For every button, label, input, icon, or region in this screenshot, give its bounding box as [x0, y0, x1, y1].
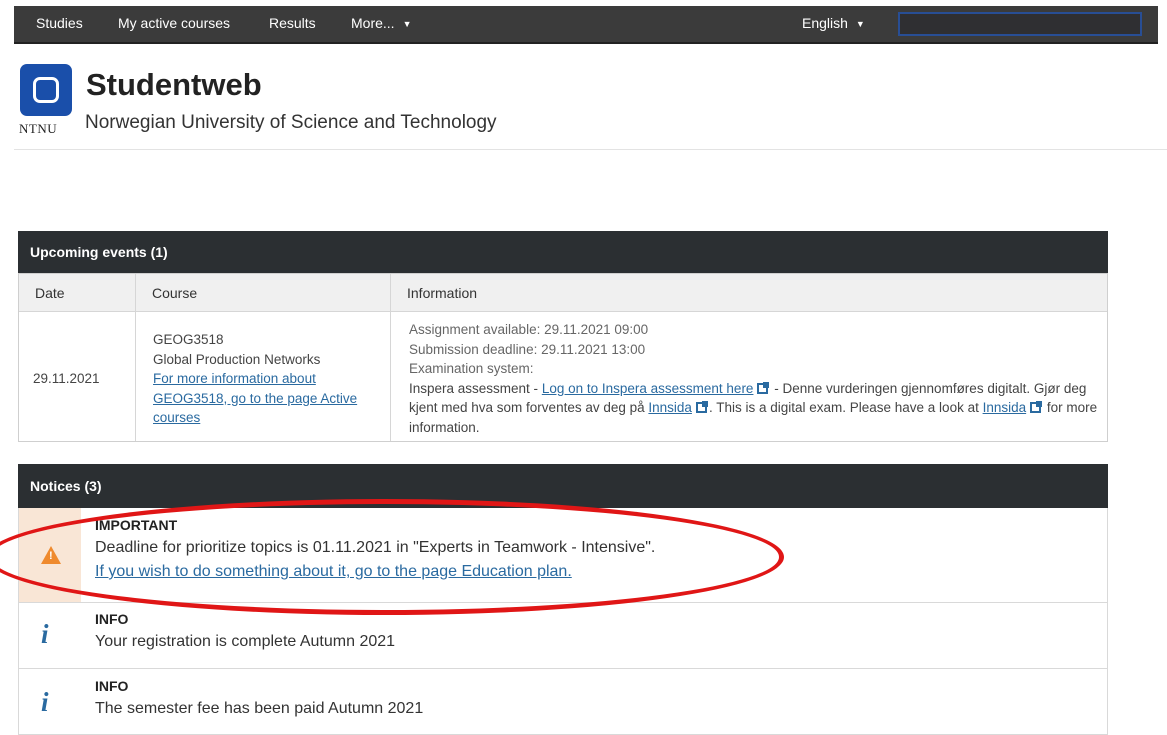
event-date: 29.11.2021	[33, 371, 100, 386]
nav-more-label: More...	[351, 15, 395, 31]
notice-icon-cell: !	[19, 508, 81, 602]
innsida-link[interactable]: Innsida	[983, 400, 1027, 415]
notice-info: i INFO Your registration is complete Aut…	[18, 603, 1108, 669]
chevron-down-icon: ▼	[855, 19, 865, 30]
inspera-prefix: Inspera assessment -	[409, 380, 542, 396]
nav-more-menu[interactable]: More... ▼	[351, 6, 412, 42]
search-input[interactable]	[898, 12, 1142, 36]
column-divider	[135, 274, 136, 441]
external-link-icon	[1030, 401, 1043, 413]
nav-studies[interactable]: Studies	[36, 6, 83, 42]
column-header-course: Course	[136, 274, 391, 312]
info-icon: i	[41, 619, 49, 649]
info-icon: i	[41, 687, 49, 717]
notice-text: The semester fee has been paid Autumn 20…	[95, 700, 424, 717]
logo-mark	[33, 77, 59, 103]
nav-my-active-courses[interactable]: My active courses	[118, 6, 230, 42]
language-label: English	[802, 15, 848, 31]
site-title: Studentweb	[86, 67, 262, 102]
language-selector[interactable]: English ▼	[802, 6, 865, 42]
exam-details: Inspera assessment - Log on to Inspera a…	[409, 379, 1099, 438]
innsida-link[interactable]: Innsida	[648, 400, 692, 415]
event-course-cell: GEOG3518 Global Production Networks For …	[153, 330, 363, 428]
notice-type: IMPORTANT	[95, 517, 178, 533]
education-plan-link[interactable]: If you wish to do something about it, go…	[95, 563, 572, 581]
notices-heading: Notices (3)	[18, 464, 1108, 508]
warning-icon-mark: !	[49, 550, 53, 562]
assignment-available: Assignment available: 29.11.2021 09:00	[409, 322, 649, 337]
chevron-down-icon: ▼	[402, 19, 412, 30]
column-header-date: Date	[19, 274, 136, 312]
examination-system: Examination system:	[409, 361, 534, 376]
upcoming-events-heading: Upcoming events (1)	[18, 231, 1108, 273]
ntnu-logo[interactable]	[20, 64, 72, 116]
course-name: Global Production Networks	[153, 351, 321, 367]
column-header-information: Information	[391, 274, 1107, 312]
submission-deadline: Submission deadline: 29.11.2021 13:00	[409, 341, 646, 357]
site-subtitle: Norwegian University of Science and Tech…	[85, 112, 497, 133]
inspera-login-link[interactable]: Log on to Inspera assessment here	[542, 381, 754, 396]
column-divider	[390, 274, 391, 441]
exam-text-b: . This is a digital exam. Please have a …	[708, 400, 983, 415]
notice-type: INFO	[95, 611, 129, 627]
course-info-link[interactable]: For more information about GEOG3518, go …	[153, 371, 357, 425]
event-information-cell: Assignment available: 29.11.2021 09:00 S…	[409, 320, 1099, 437]
header-divider	[14, 149, 1167, 150]
top-navbar: Studies My active courses Results More..…	[14, 6, 1158, 44]
notice-info: i INFO The semester fee has been paid Au…	[18, 669, 1108, 735]
notice-type: INFO	[95, 678, 129, 694]
external-link-icon	[695, 401, 708, 413]
external-link-icon	[757, 381, 770, 394]
logo-text: NTNU	[19, 121, 58, 136]
course-code: GEOG3518	[153, 332, 224, 347]
nav-results[interactable]: Results	[269, 6, 316, 42]
notice-text: Deadline for prioritize topics is 01.11.…	[95, 539, 656, 556]
notice-important: ! IMPORTANT Deadline for prioritize topi…	[18, 508, 1108, 603]
upcoming-events-table: Date Course Information 29.11.2021 GEOG3…	[18, 273, 1108, 442]
notice-text: Your registration is complete Autumn 202…	[95, 633, 396, 650]
